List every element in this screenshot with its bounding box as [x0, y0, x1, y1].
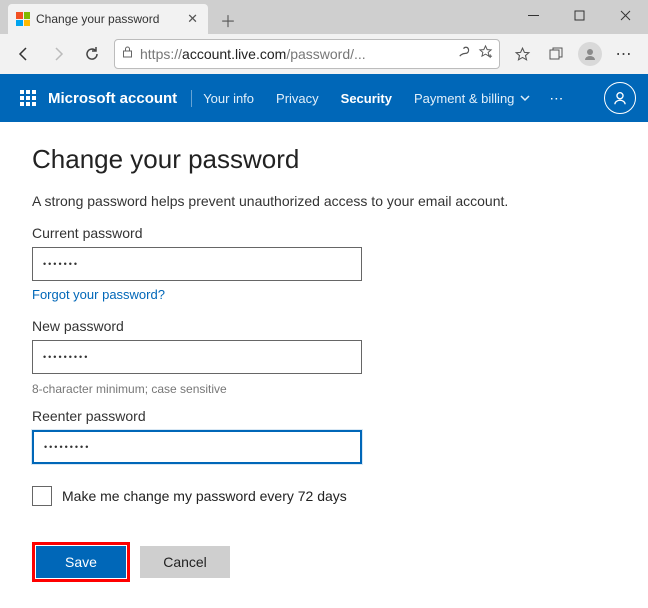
password-hint: 8-character minimum; case sensitive [32, 382, 616, 396]
page-content: Microsoft account Your info Privacy Secu… [0, 74, 648, 608]
window-controls [510, 0, 648, 30]
profile-button[interactable] [574, 38, 606, 70]
nav-payment-billing[interactable]: Payment & billing [403, 74, 541, 122]
address-bar[interactable]: https://account.live.com/password/... [114, 39, 500, 69]
expire-password-label: Make me change my password every 72 days [62, 488, 347, 504]
minimize-button[interactable] [510, 0, 556, 30]
favorite-add-icon[interactable] [478, 44, 493, 64]
refresh-button[interactable] [76, 38, 108, 70]
brand-title[interactable]: Microsoft account [48, 90, 192, 107]
reenter-password-label: Reenter password [32, 408, 616, 424]
nav-security[interactable]: Security [330, 74, 403, 122]
browser-tab[interactable]: Change your password ✕ [8, 4, 208, 34]
maximize-button[interactable] [556, 0, 602, 30]
save-highlight: Save [32, 542, 130, 582]
page-title: Change your password [32, 144, 616, 175]
current-password-label: Current password [32, 225, 616, 241]
microsoft-account-navbar: Microsoft account Your info Privacy Secu… [0, 74, 648, 122]
close-window-button[interactable] [602, 0, 648, 30]
url-text: https://account.live.com/password/... [140, 46, 451, 62]
reading-mode-icon[interactable] [457, 44, 472, 64]
nav-your-info[interactable]: Your info [192, 74, 265, 122]
page-subtitle: A strong password helps prevent unauthor… [32, 193, 616, 209]
forgot-password-link[interactable]: Forgot your password? [32, 287, 165, 302]
lock-icon [121, 45, 134, 63]
expire-password-checkbox[interactable] [32, 486, 52, 506]
save-button[interactable]: Save [36, 546, 126, 578]
new-tab-button[interactable]: ＋ [214, 6, 242, 34]
cancel-button[interactable]: Cancel [140, 546, 230, 578]
current-password-input[interactable]: ••••••• [32, 247, 362, 281]
tab-title: Change your password [36, 12, 181, 26]
chevron-down-icon [520, 93, 530, 103]
microsoft-favicon [16, 12, 30, 26]
more-menu-button[interactable]: ⋯ [608, 38, 640, 70]
close-tab-icon[interactable]: ✕ [187, 11, 198, 27]
account-icon[interactable] [604, 82, 636, 114]
new-password-input[interactable]: ••••••••• [32, 340, 362, 374]
nav-privacy[interactable]: Privacy [265, 74, 330, 122]
page-scroll[interactable]: Change your password A strong password h… [0, 122, 648, 608]
forward-button[interactable] [42, 38, 74, 70]
nav-more-icon[interactable]: ⋯ [549, 90, 564, 107]
reenter-password-input[interactable]: ••••••••• [32, 430, 362, 464]
collections-icon[interactable] [540, 38, 572, 70]
back-button[interactable] [8, 38, 40, 70]
tab-strip: Change your password ✕ ＋ [0, 0, 510, 34]
browser-toolbar: https://account.live.com/password/... ⋯ [0, 34, 648, 74]
new-password-label: New password [32, 318, 616, 334]
favorites-icon[interactable] [506, 38, 538, 70]
window-titlebar: Change your password ✕ ＋ [0, 0, 648, 34]
app-launcher-icon[interactable] [12, 90, 44, 106]
